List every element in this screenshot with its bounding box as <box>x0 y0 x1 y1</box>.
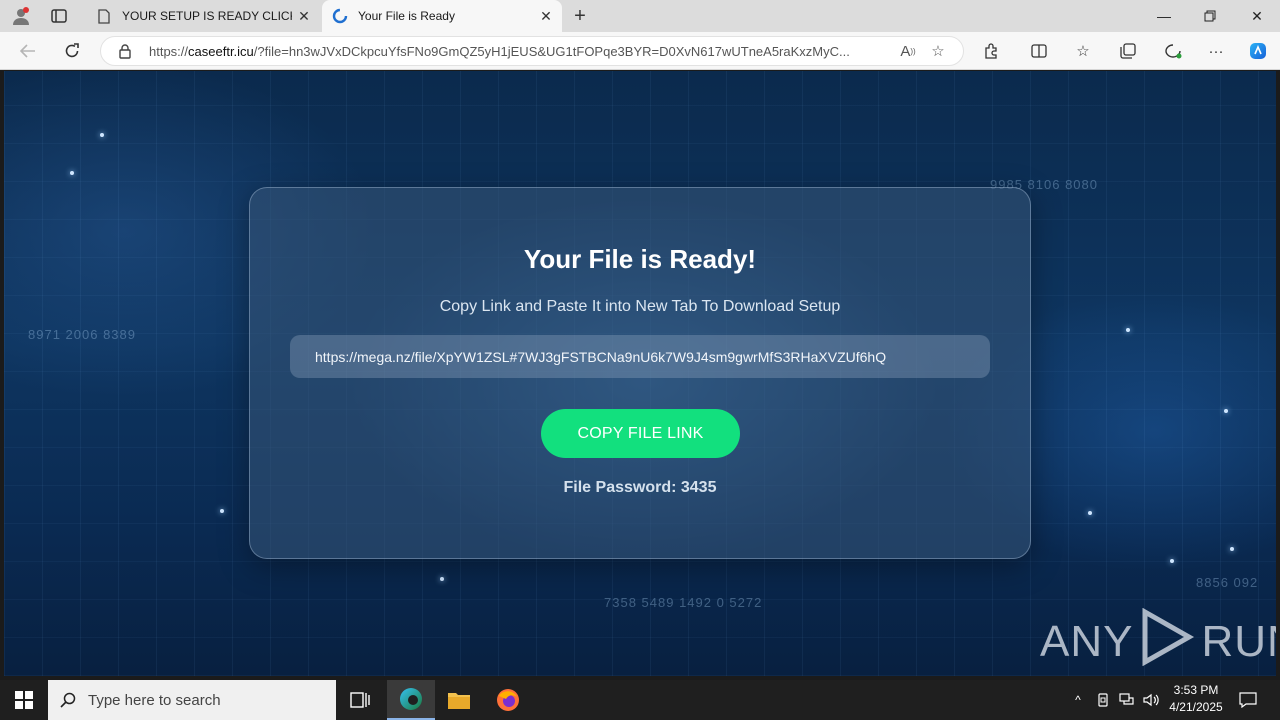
page-icon <box>96 8 112 24</box>
light-dot <box>70 171 74 175</box>
tab-actions-icon[interactable] <box>46 4 72 28</box>
watermark-text-right: RUN <box>1201 617 1276 666</box>
restore-button[interactable] <box>1187 0 1233 32</box>
page-viewport: 9985 8106 8080 8971 2006 8389 7358 5489 … <box>4 71 1276 676</box>
tab-file-ready[interactable]: Your File is Ready ✕ <box>322 0 562 32</box>
minimize-button[interactable]: — <box>1141 0 1187 32</box>
collections-icon[interactable] <box>1113 38 1143 64</box>
ethernet-icon[interactable] <box>1116 680 1138 720</box>
url-host: caseeftr.icu <box>188 43 254 59</box>
watermark-text-left: ANY <box>1040 617 1134 666</box>
windows-taskbar: Type here to search ^ 3:53 PM 4/21/2025 <box>0 680 1280 720</box>
tab-setup-ready[interactable]: YOUR SETUP IS READY CLICK BELOW ✕ <box>86 0 320 32</box>
extensions-icon[interactable] <box>976 38 1006 64</box>
light-dot <box>440 577 444 581</box>
start-button[interactable] <box>0 680 48 720</box>
favorites-icon[interactable]: ☆ <box>1068 38 1098 64</box>
refresh-button[interactable] <box>58 38 86 64</box>
instructions-text: Copy Link and Paste It into New Tab To D… <box>439 298 841 315</box>
page-title: Your File is Ready! <box>523 244 757 274</box>
split-screen-icon[interactable] <box>1024 38 1054 64</box>
file-explorer-icon[interactable] <box>435 680 483 720</box>
file-link-field[interactable]: https://mega.nz/file/XpYW1ZSL#7WJ3gFSTBC… <box>290 335 990 378</box>
light-dot <box>100 133 104 137</box>
light-dot <box>1170 559 1174 563</box>
light-dot <box>1126 328 1130 332</box>
search-icon <box>60 692 80 708</box>
anyrun-watermark: ANY RUN <box>1040 607 1276 673</box>
show-hidden-icons-icon[interactable]: ^ <box>1068 680 1088 720</box>
profile-icon[interactable] <box>8 4 34 28</box>
download-card: Your File is Ready! Copy Link and Paste … <box>249 187 1031 559</box>
tab-title: Your File is Ready <box>358 9 455 23</box>
clock-time: 3:53 PM <box>1173 683 1219 697</box>
lock-icon[interactable] <box>119 43 135 59</box>
light-dot <box>1230 547 1234 551</box>
system-clock[interactable]: 3:53 PM 4/21/2025 <box>1160 682 1232 718</box>
browser-tab-bar: YOUR SETUP IS READY CLICK BELOW ✕ Your F… <box>0 0 1280 32</box>
file-password-text: File Password: 3435 <box>563 479 717 496</box>
taskbar-search-box[interactable]: Type here to search <box>48 680 336 720</box>
loading-spinner-icon <box>332 8 348 24</box>
more-options-icon[interactable]: ··· <box>1201 38 1231 64</box>
browser-toolbar: https://caseeftr.icu/?file=hn3wJVxDCkpcu… <box>0 32 1280 70</box>
clock-date: 4/21/2025 <box>1169 700 1223 714</box>
background-number: 8856 092 <box>1196 575 1259 590</box>
close-window-button[interactable]: ✕ <box>1234 0 1280 32</box>
new-tab-button[interactable]: + <box>568 4 592 28</box>
network-status-icon[interactable] <box>1093 680 1113 720</box>
copilot-icon[interactable] <box>1243 38 1273 64</box>
back-button[interactable] <box>14 38 42 64</box>
light-dot <box>220 509 224 513</box>
play-logo-icon <box>1139 607 1195 677</box>
url-scheme: https:// <box>149 43 189 59</box>
url-text[interactable]: https://caseeftr.icu/?file=hn3wJVxDCkpcu… <box>149 44 893 59</box>
copy-file-link-button[interactable]: COPY FILE LINK <box>541 409 740 458</box>
background-number: 8971 2006 8389 <box>28 327 136 342</box>
tab-title: YOUR SETUP IS READY CLICK BELOW <box>122 9 292 23</box>
favorite-star-icon[interactable]: ☆ <box>923 38 953 64</box>
address-bar[interactable]: https://caseeftr.icu/?file=hn3wJVxDCkpcu… <box>100 36 964 66</box>
notifications-icon[interactable] <box>1236 680 1260 720</box>
close-tab-icon[interactable]: ✕ <box>292 4 316 28</box>
close-tab-icon[interactable]: ✕ <box>534 4 558 28</box>
edge-taskbar-icon[interactable] <box>387 680 435 720</box>
task-view-button[interactable] <box>336 680 384 720</box>
read-aloud-icon[interactable]: A)) <box>893 38 923 64</box>
background-number: 7358 5489 1492 0 5272 <box>604 595 763 610</box>
volume-icon[interactable] <box>1140 680 1162 720</box>
url-path: /?file=hn3wJVxDCkpcuYfsFNo9GmQZ5yH1jEUS&… <box>253 43 850 59</box>
search-placeholder: Type here to search <box>88 691 221 709</box>
browser-essentials-icon[interactable] <box>1158 38 1188 64</box>
light-dot <box>1224 409 1228 413</box>
firefox-icon[interactable] <box>484 680 532 720</box>
light-dot <box>1088 511 1092 515</box>
